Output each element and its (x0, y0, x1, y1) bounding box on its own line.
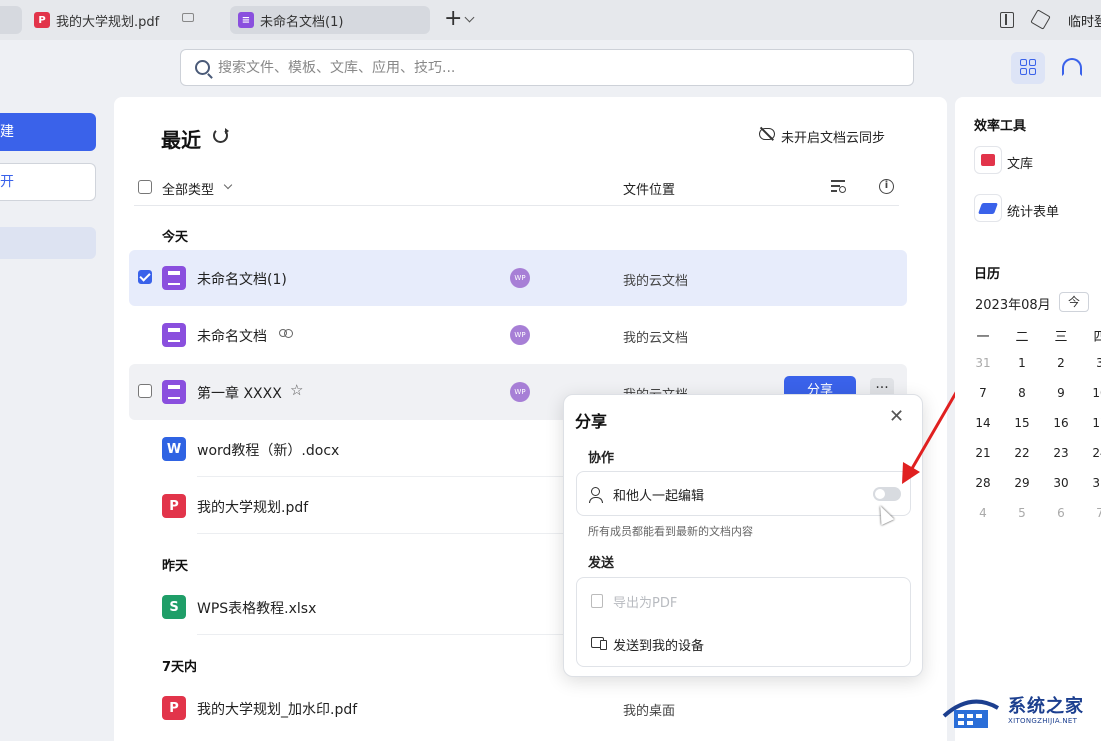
calendar-day[interactable]: 28 (973, 476, 993, 490)
calendar-day[interactable]: 15 (1012, 416, 1032, 430)
calendar-day[interactable]: 9 (1051, 386, 1071, 400)
calendar-day[interactable]: 17 (1090, 416, 1101, 430)
calendar-day[interactable]: 1 (1012, 356, 1032, 370)
calendar-day[interactable]: 5 (1012, 506, 1032, 520)
calendar-month: 2023年08月 (975, 298, 1051, 313)
weekday-label: 三 (1054, 330, 1068, 345)
tool-form[interactable]: 统计表单 (1007, 201, 1059, 220)
watermark-text: 系统之家 (1008, 696, 1084, 717)
watermark-url: XITONGZHIJIA.NET (1008, 717, 1078, 725)
calendar-day[interactable]: 24 (1090, 446, 1101, 460)
calendar-day[interactable]: 4 (973, 506, 993, 520)
tool-library[interactable]: 文库 (1007, 153, 1033, 172)
calendar-day[interactable]: 30 (1051, 476, 1071, 490)
calendar-day[interactable]: 7 (973, 386, 993, 400)
tools-title: 效率工具 (974, 119, 1027, 134)
library-icon[interactable] (974, 146, 1002, 174)
calendar-day[interactable]: 23 (1051, 446, 1071, 460)
calendar-day[interactable]: 10 (1090, 386, 1101, 400)
calendar-day[interactable]: 21 (973, 446, 993, 460)
calendar-day[interactable]: 29 (1012, 476, 1032, 490)
weekday-label: 二 (1015, 330, 1029, 345)
calendar-day[interactable]: 31 (1090, 476, 1101, 490)
calendar-day[interactable]: 16 (1051, 416, 1071, 430)
form-icon[interactable] (974, 194, 1002, 222)
calendar-day[interactable]: 7 (1090, 506, 1101, 520)
annotation-arrow (902, 370, 970, 484)
today-button[interactable]: 今 (1059, 292, 1089, 312)
calendar-day[interactable]: 8 (1012, 386, 1032, 400)
calendar-day[interactable]: 14 (973, 416, 993, 430)
calendar-day[interactable]: 22 (1012, 446, 1032, 460)
calendar-day[interactable]: 31 (973, 356, 993, 370)
calendar-day[interactable]: 3 (1090, 356, 1101, 370)
weekday-label: 一 (976, 330, 990, 345)
weekday-label: 四 (1093, 330, 1101, 345)
calendar-day[interactable]: 2 (1051, 356, 1071, 370)
watermark-logo (942, 699, 1000, 728)
calendar-title: 日历 (974, 267, 1001, 282)
calendar-day[interactable]: 6 (1051, 506, 1071, 520)
